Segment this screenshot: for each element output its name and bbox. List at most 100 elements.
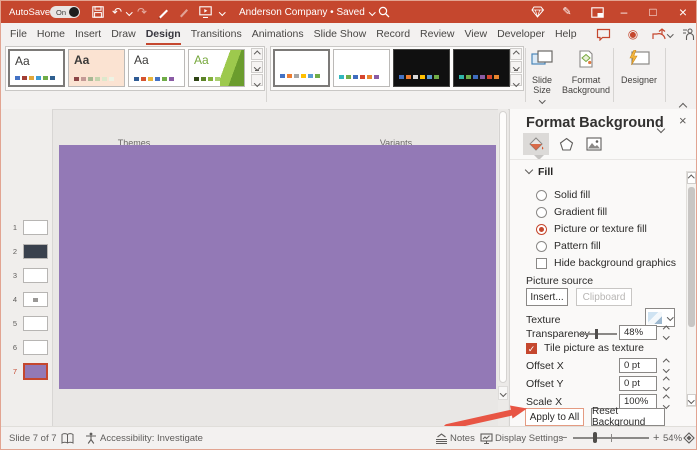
slide-thumbnail-6[interactable] (23, 340, 48, 355)
zoom-percentage[interactable]: 54% (663, 427, 682, 449)
zoom-slider-handle[interactable] (593, 432, 597, 443)
panel-scrollbar[interactable] (686, 171, 697, 407)
undo-icon[interactable]: ↶ (109, 1, 125, 23)
start-slideshow-icon[interactable] (196, 1, 214, 23)
accessibility-status[interactable]: Accessibility: Investigate (100, 427, 203, 449)
scrollbar-thumb[interactable] (499, 111, 507, 383)
tile-picture-checkbox[interactable]: ✓Tile picture as texture (526, 342, 644, 354)
variants-more-icon[interactable] (510, 74, 522, 86)
fill-tab[interactable] (523, 133, 549, 155)
slide-canvas[interactable] (59, 145, 496, 389)
scroll-down-icon[interactable] (498, 386, 508, 400)
reset-background-button[interactable]: Reset Background (591, 408, 665, 426)
quick-access-more-icon[interactable] (217, 1, 227, 23)
panel-collapse-icon[interactable] (658, 119, 664, 137)
themes-more-icon[interactable] (251, 74, 263, 86)
redo-icon[interactable]: ↷ (134, 1, 150, 23)
slide-thumbnail-2[interactable] (23, 244, 48, 259)
pattern-fill-option[interactable]: Pattern fill (536, 240, 601, 252)
tab-record[interactable]: Record (371, 23, 415, 45)
panel-scrollbar-thumb[interactable] (688, 187, 695, 327)
tab-file[interactable]: File (5, 23, 32, 45)
tab-review[interactable]: Review (415, 23, 459, 45)
tab-developer[interactable]: Developer (492, 23, 550, 45)
canvas-scrollbar[interactable] (498, 109, 508, 429)
maximize-button[interactable]: □ (641, 1, 665, 23)
ribbon-display-icon[interactable] (588, 1, 606, 23)
tab-help[interactable]: Help (550, 23, 582, 45)
theme-thumbnail-3[interactable]: Aa (128, 49, 185, 87)
insert-button[interactable]: Insert... (526, 288, 568, 306)
panel-scroll-up-icon[interactable] (687, 172, 696, 184)
zoom-out-button[interactable]: − (561, 427, 567, 449)
offset-y-value[interactable]: 0 pt (619, 376, 657, 391)
panel-scroll-down-icon[interactable] (687, 394, 696, 406)
editing-pencil-icon[interactable]: ✎ (558, 1, 576, 23)
zoom-in-button[interactable]: + (653, 427, 659, 449)
notes-button[interactable]: Notes (450, 427, 475, 449)
slide-thumbnail-4[interactable] (23, 292, 48, 307)
clipboard-button[interactable]: Clipboard (576, 288, 632, 306)
effects-tab[interactable] (553, 133, 579, 155)
undo-dropdown-icon[interactable] (125, 1, 133, 23)
offset-y-spinner[interactable] (661, 376, 671, 391)
offset-x-value[interactable]: 0 pt (619, 358, 657, 373)
spellcheck-book-icon[interactable] (61, 427, 74, 449)
theme-thumbnail-4[interactable]: Aa (188, 49, 245, 87)
hide-background-graphics-checkbox[interactable]: Hide background graphics (536, 257, 676, 269)
fit-slide-icon[interactable] (683, 427, 695, 449)
transparency-slider[interactable] (579, 333, 617, 335)
slide-thumbnail-1[interactable] (23, 220, 48, 235)
variants-gallery (270, 46, 524, 91)
variant-thumbnail-4[interactable] (453, 49, 510, 87)
variant-thumbnail-3[interactable] (393, 49, 450, 87)
slide-size-button[interactable]: Slide Size (523, 47, 561, 105)
transparency-slider-handle[interactable] (595, 329, 598, 339)
highlighter-pen-icon[interactable] (175, 1, 193, 23)
transparency-spinner[interactable] (661, 325, 671, 340)
variant-thumbnail-2[interactable] (333, 49, 390, 87)
solid-fill-option[interactable]: Solid fill (536, 189, 590, 201)
fill-section-header[interactable]: Fill (526, 166, 553, 178)
theme-thumbnail-2[interactable]: Aa (68, 49, 125, 87)
tab-design[interactable]: Design (141, 23, 186, 45)
themes-scroll-up-icon[interactable] (251, 48, 263, 60)
apply-to-all-button[interactable]: Apply to All (525, 408, 584, 426)
presenter-icon[interactable] (679, 26, 697, 42)
format-background-button[interactable]: Format Background (561, 47, 611, 105)
variant-thumbnail-1[interactable] (273, 49, 330, 87)
tab-slide-show[interactable]: Slide Show (309, 23, 372, 45)
minimize-button[interactable]: – (612, 1, 636, 23)
tab-transitions[interactable]: Transitions (186, 23, 247, 45)
picture-tab[interactable] (581, 133, 607, 155)
save-icon[interactable] (89, 1, 107, 23)
tab-animations[interactable]: Animations (247, 23, 309, 45)
accessibility-icon[interactable] (85, 427, 97, 449)
panel-title: Format Background (526, 115, 664, 131)
theme-thumbnail-office[interactable]: Aa (8, 49, 65, 87)
designer-button[interactable]: Designer (617, 47, 661, 105)
search-icon[interactable] (375, 1, 393, 23)
panel-close-icon[interactable]: × (679, 113, 687, 128)
record-icon[interactable]: ◉ (623, 26, 643, 42)
tab-home[interactable]: Home (32, 23, 70, 45)
variants-scroll-up-icon[interactable] (510, 48, 522, 60)
offset-x-spinner[interactable] (661, 358, 671, 373)
transparency-value[interactable]: 48% (619, 325, 657, 340)
slide-thumbnail-3[interactable] (23, 268, 48, 283)
autosave-toggle[interactable]: On (50, 6, 80, 18)
document-title[interactable]: Anderson Company • Saved (239, 1, 374, 23)
designer-diamond-icon[interactable] (528, 1, 546, 23)
close-button[interactable]: × (671, 1, 695, 23)
picture-texture-fill-option[interactable]: Picture or texture fill (536, 223, 647, 235)
comments-icon[interactable] (593, 26, 613, 42)
tab-view[interactable]: View (459, 23, 492, 45)
draw-pen-icon[interactable] (154, 1, 172, 23)
slide-thumbnail-7-selected[interactable] (23, 363, 48, 380)
tab-insert[interactable]: Insert (70, 23, 106, 45)
slide-thumbnail-5[interactable] (23, 316, 48, 331)
share-icon[interactable] (649, 26, 675, 42)
gradient-fill-option[interactable]: Gradient fill (536, 206, 607, 218)
display-settings-button[interactable]: Display Settings (495, 427, 563, 449)
tab-draw[interactable]: Draw (106, 23, 141, 45)
